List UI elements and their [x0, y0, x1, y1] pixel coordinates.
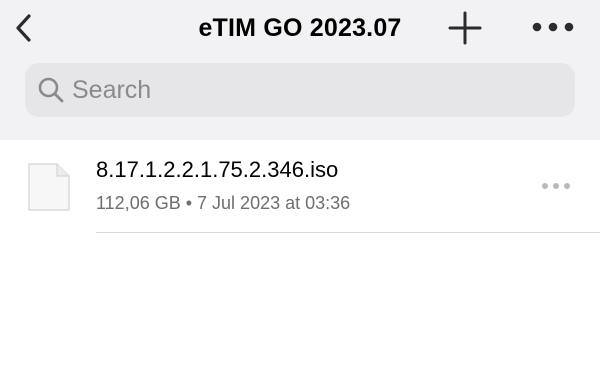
- file-list-item[interactable]: 8.17.1.2.2.1.75.2.346.iso 112,06 GB • 7 …: [0, 140, 600, 234]
- search-bar[interactable]: [25, 63, 575, 117]
- navigation-header: eTIM GO 2023.07: [0, 0, 600, 140]
- search-icon: [36, 75, 66, 105]
- ellipsis-icon: [542, 183, 570, 189]
- document-icon: [27, 162, 71, 212]
- ellipsis-icon: [532, 22, 574, 32]
- list-divider: [96, 232, 600, 233]
- back-button[interactable]: [10, 12, 38, 44]
- more-options-button[interactable]: [528, 12, 578, 42]
- page-title: eTIM GO 2023.07: [198, 14, 402, 42]
- search-input[interactable]: [72, 70, 552, 110]
- plus-icon: [448, 11, 482, 45]
- chevron-left-icon: [16, 14, 31, 42]
- file-name: 8.17.1.2.2.1.75.2.346.iso: [96, 157, 339, 182]
- add-button[interactable]: [446, 9, 484, 47]
- file-meta: 112,06 GB • 7 Jul 2023 at 03:36: [96, 193, 351, 213]
- file-more-button[interactable]: [536, 176, 576, 196]
